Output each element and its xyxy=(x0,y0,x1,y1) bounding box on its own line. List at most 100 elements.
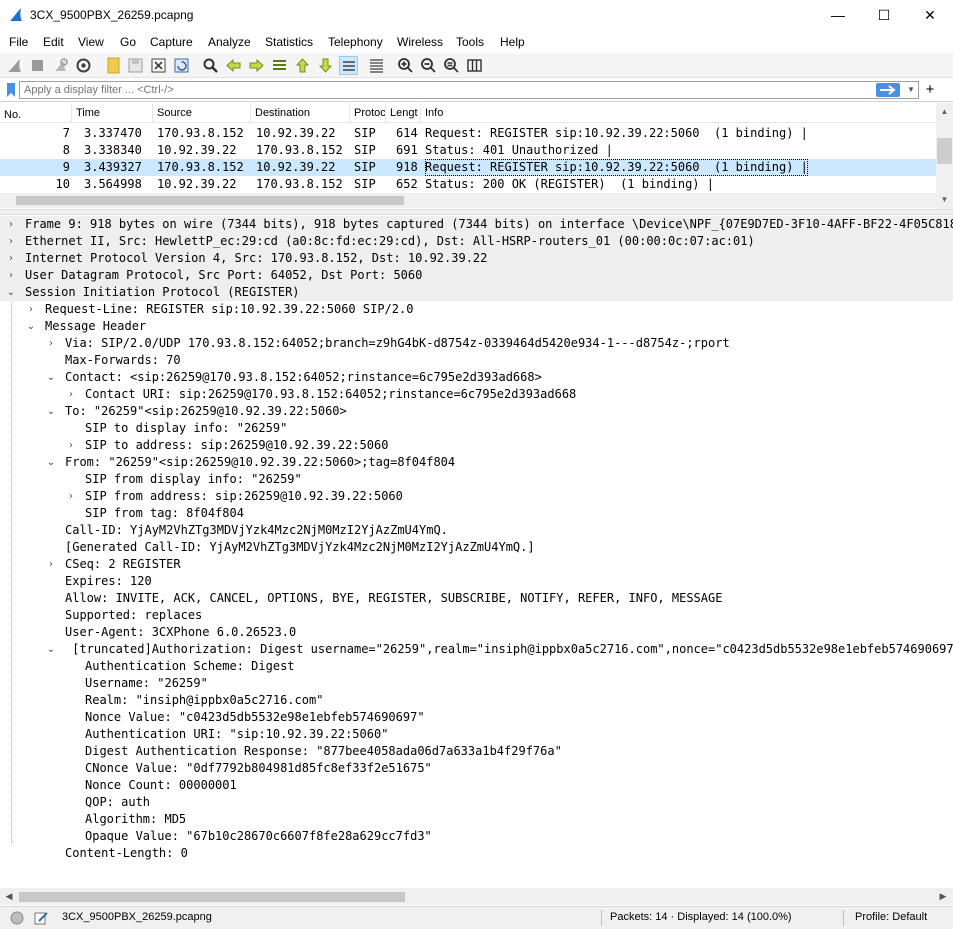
tree-item[interactable]: ⌄ Message Header xyxy=(0,318,953,335)
find-packet-icon[interactable] xyxy=(201,56,220,75)
details-horizontal-scrollbar[interactable]: ◀ ▶ xyxy=(0,888,953,905)
column-header-time[interactable]: Time xyxy=(72,103,153,123)
tree-item[interactable]: Max-Forwards: 70 xyxy=(0,352,953,369)
zoom-normal-icon[interactable] xyxy=(442,56,461,75)
column-header-source[interactable]: Source xyxy=(153,103,251,123)
packet-row[interactable]: 10 3.564998 10.92.39.22 170.93.8.152 SIP 652 S… xyxy=(0,176,936,193)
close-window-button[interactable]: ✕ xyxy=(907,0,953,30)
tree-item[interactable]: QOP: auth xyxy=(0,794,953,811)
packet-list-vertical-scrollbar[interactable]: ▲ ▼ xyxy=(936,103,953,209)
chevron-right-icon[interactable]: › xyxy=(5,216,17,233)
resize-columns-icon[interactable] xyxy=(465,56,484,75)
tree-item[interactable]: Authentication URI: "sip:10.92.39.22:506… xyxy=(0,726,953,743)
expert-info-icon[interactable] xyxy=(10,911,24,925)
scroll-right-icon[interactable]: ▶ xyxy=(936,888,950,905)
menu-analyze[interactable]: Analyze xyxy=(208,35,251,49)
menu-go[interactable]: Go xyxy=(120,35,136,49)
tree-item[interactable]: › CSeq: 2 REGISTER xyxy=(0,556,953,573)
menu-file[interactable]: File xyxy=(9,35,28,49)
go-last-icon[interactable] xyxy=(316,56,335,75)
tree-item[interactable]: › Contact URI: sip:26259@170.93.8.152:640… xyxy=(0,386,953,403)
tree-item[interactable]: ⌄ Contact: <sip:26259@170.93.8.152:64052;… xyxy=(0,369,953,386)
menu-tools[interactable]: Tools xyxy=(456,35,484,49)
tree-item[interactable]: Algorithm: MD5 xyxy=(0,811,953,828)
tree-item[interactable]: › Request-Line: REGISTER sip:10.92.39.22:… xyxy=(0,301,953,318)
tree-item[interactable]: › Ethernet II, Src: HewlettP_ec:29:cd (a0… xyxy=(0,233,953,250)
apply-filter-arrow-icon[interactable] xyxy=(876,83,900,97)
menu-capture[interactable]: Capture xyxy=(150,35,193,49)
packet-row[interactable]: 7 3.337470 170.93.8.152 10.92.39.22 SIP 614 Re… xyxy=(0,125,936,142)
go-to-packet-icon[interactable] xyxy=(270,56,289,75)
tree-item[interactable]: Realm: "insiph@ippbx0a5c2716.com" xyxy=(0,692,953,709)
column-header-info[interactable]: Info xyxy=(421,103,936,123)
tree-item[interactable]: [Generated Call-ID: YjAyM2VhZTg3MDVjYzk4… xyxy=(0,539,953,556)
menu-help[interactable]: Help xyxy=(500,35,525,49)
chevron-right-icon[interactable]: › xyxy=(5,233,17,250)
chevron-down-icon[interactable]: ⌄ xyxy=(45,454,57,471)
column-header-length[interactable]: Lengt xyxy=(386,103,421,123)
chevron-right-icon[interactable]: › xyxy=(45,556,57,573)
close-file-icon[interactable] xyxy=(149,56,168,75)
tree-item[interactable]: ⌄ [truncated]Authorization: Digest usern… xyxy=(0,641,953,658)
column-header-destination[interactable]: Destination xyxy=(251,103,350,123)
tree-item[interactable]: › User Datagram Protocol, Src Port: 64052… xyxy=(0,267,953,284)
column-header-no[interactable]: ^ No. xyxy=(0,103,72,123)
chevron-down-icon[interactable]: ⌄ xyxy=(45,369,57,386)
zoom-in-icon[interactable] xyxy=(396,56,415,75)
chevron-down-icon[interactable]: ▼ xyxy=(905,82,917,98)
chevron-down-icon[interactable]: ⌄ xyxy=(45,403,57,420)
scroll-thumb[interactable] xyxy=(19,892,405,902)
tree-item[interactable]: Allow: INVITE, ACK, CANCEL, OPTIONS, BYE… xyxy=(0,590,953,607)
menu-statistics[interactable]: Statistics xyxy=(265,35,313,49)
open-file-icon[interactable] xyxy=(104,56,123,75)
zoom-out-icon[interactable] xyxy=(419,56,438,75)
chevron-right-icon[interactable]: › xyxy=(65,386,77,403)
scroll-left-icon[interactable]: ◀ xyxy=(2,888,16,905)
minimize-button[interactable]: — xyxy=(815,0,861,30)
tree-item[interactable]: Supported: replaces xyxy=(0,607,953,624)
chevron-down-icon[interactable]: ⌄ xyxy=(25,318,37,335)
tree-item[interactable]: Username: "26259" xyxy=(0,675,953,692)
packet-row[interactable]: 8 3.338340 10.92.39.22 170.93.8.152 SIP 691 St… xyxy=(0,142,936,159)
tree-item[interactable]: SIP from tag: 8f04f804 xyxy=(0,505,953,522)
reload-file-icon[interactable] xyxy=(172,56,191,75)
packet-row[interactable]: 9 3.439327 170.93.8.152 10.92.39.22 SIP 918 Re… xyxy=(0,159,936,176)
capture-options-icon[interactable] xyxy=(74,56,93,75)
stop-capture-icon[interactable] xyxy=(28,56,47,75)
colorize-icon[interactable] xyxy=(367,56,386,75)
menu-edit[interactable]: Edit xyxy=(43,35,64,49)
tree-item[interactable]: Call-ID: YjAyM2VhZTg3MDVjYzk4Mzc2NjM0MzI… xyxy=(0,522,953,539)
tree-item[interactable]: SIP to display info: "26259" xyxy=(0,420,953,437)
packet-list-horizontal-scrollbar[interactable] xyxy=(0,193,936,208)
tree-item[interactable]: ⌄ From: "26259"<sip:26259@10.92.39.22:506… xyxy=(0,454,953,471)
go-back-icon[interactable] xyxy=(224,56,243,75)
tree-item[interactable]: Digest Authentication Response: "877bee4… xyxy=(0,743,953,760)
tree-item[interactable]: CNonce Value: "0df7792b804981d85fc8ef33f… xyxy=(0,760,953,777)
maximize-button[interactable]: ☐ xyxy=(861,0,907,30)
go-first-icon[interactable] xyxy=(293,56,312,75)
tree-item[interactable]: Nonce Count: 00000001 xyxy=(0,777,953,794)
autoscroll-icon[interactable] xyxy=(339,56,358,75)
tree-item[interactable]: Opaque Value: "67b10c28670c6607f8fe28a62… xyxy=(0,828,953,845)
tree-item[interactable]: › SIP from address: sip:26259@10.92.39.22… xyxy=(0,488,953,505)
save-file-icon[interactable] xyxy=(126,56,145,75)
go-forward-icon[interactable] xyxy=(247,56,266,75)
scroll-thumb[interactable] xyxy=(937,138,952,164)
tree-item[interactable]: SIP from display info: "26259" xyxy=(0,471,953,488)
shark-fin-start-icon[interactable] xyxy=(5,56,24,75)
bookmark-icon[interactable] xyxy=(6,83,16,97)
display-filter-input[interactable] xyxy=(19,81,919,99)
menu-wireless[interactable]: Wireless xyxy=(397,35,443,49)
chevron-right-icon[interactable]: › xyxy=(65,488,77,505)
tree-item[interactable]: Content-Length: 0 xyxy=(0,845,953,862)
tree-item[interactable]: ⌄ Session Initiation Protocol (REGISTER) xyxy=(0,284,953,301)
chevron-down-icon[interactable]: ⌄ xyxy=(45,641,57,658)
status-profile[interactable]: Profile: Default xyxy=(855,911,927,923)
tree-item[interactable]: ⌄ To: "26259"<sip:26259@10.92.39.22:5060> xyxy=(0,403,953,420)
menu-view[interactable]: View xyxy=(78,35,104,49)
restart-capture-icon[interactable] xyxy=(51,56,70,75)
tree-item[interactable]: User-Agent: 3CXPhone 6.0.26523.0 xyxy=(0,624,953,641)
tree-item[interactable]: › Via: SIP/2.0/UDP 170.93.8.152:64052;bra… xyxy=(0,335,953,352)
chevron-right-icon[interactable]: › xyxy=(65,437,77,454)
scroll-up-icon[interactable]: ▲ xyxy=(936,105,953,119)
